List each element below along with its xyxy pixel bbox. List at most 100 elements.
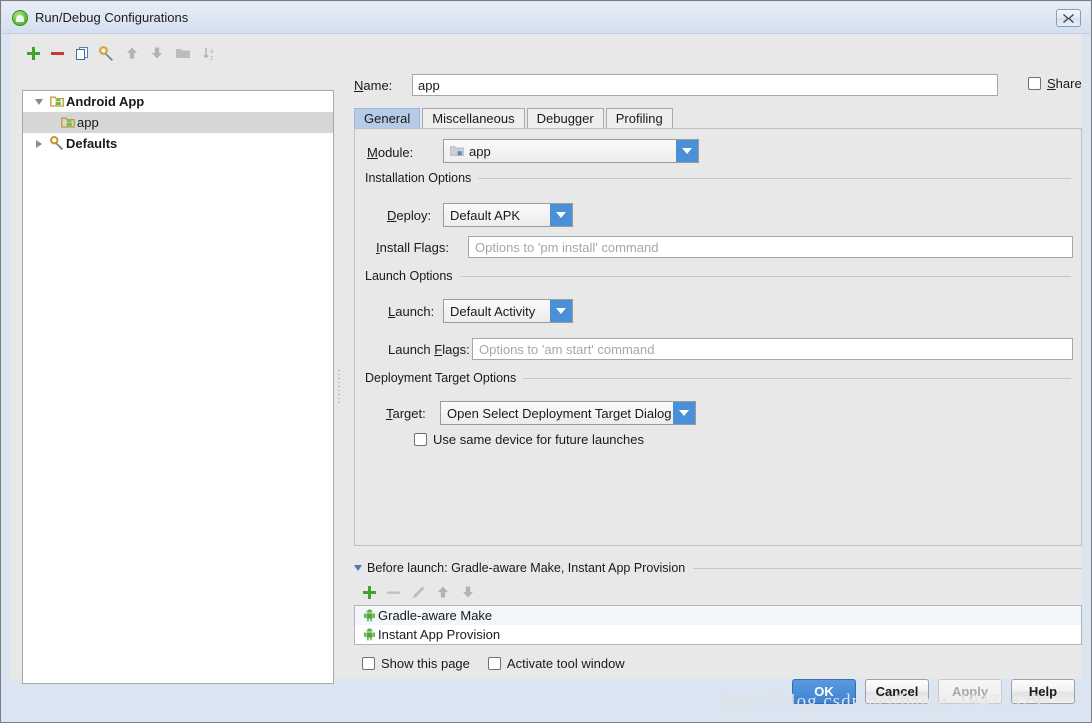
help-button[interactable]: Help	[1011, 679, 1075, 704]
launch-flags-input[interactable]	[472, 338, 1073, 360]
android-studio-icon	[12, 10, 28, 26]
launch-combobox-value: Default Activity	[444, 304, 550, 319]
tree-node-android-app[interactable]: Android App	[23, 91, 333, 112]
share-checkbox[interactable]: Share	[1028, 76, 1082, 91]
edit-defaults-button[interactable]	[96, 43, 118, 65]
expand-collapse-arrow[interactable]	[30, 140, 48, 148]
name-label: Name:	[354, 78, 392, 93]
deployment-target-options-label: Deployment Target Options	[365, 371, 516, 385]
install-flags-label: Install Flags:	[376, 240, 449, 255]
install-flags-input[interactable]	[468, 236, 1073, 258]
android-robot-icon	[360, 628, 378, 641]
tab-general[interactable]: General	[354, 108, 420, 129]
task-move-down-button[interactable]	[457, 582, 479, 604]
share-checkbox-box[interactable]	[1028, 77, 1041, 90]
splitter-handle-icon	[338, 370, 342, 406]
module-combobox-value-wrap: app	[444, 144, 676, 159]
cancel-button[interactable]: Cancel	[865, 679, 929, 704]
general-tab-panel: Module: app Instal	[354, 128, 1082, 546]
dialog-button-bar: OK Cancel Apply Help	[10, 673, 1082, 715]
configuration-tree-toolbar: a z	[22, 40, 334, 67]
launch-combobox[interactable]: Default Activity	[443, 299, 573, 323]
task-move-up-button[interactable]	[432, 582, 454, 604]
group-separator-line	[693, 568, 1082, 569]
chevron-down-icon[interactable]	[550, 300, 572, 322]
target-label: Target:	[386, 406, 426, 421]
before-launch-title: Before launch: Gradle-aware Make, Instan…	[367, 561, 685, 575]
deploy-combobox-value: Default APK	[444, 208, 550, 223]
close-icon[interactable]	[1056, 9, 1081, 27]
copy-configuration-button[interactable]	[71, 43, 93, 65]
launch-label: Launch:	[388, 304, 434, 319]
chevron-down-icon[interactable]	[676, 140, 698, 162]
show-this-page-checkbox-box[interactable]	[362, 657, 375, 670]
tab-debugger[interactable]: Debugger	[527, 108, 604, 129]
remove-configuration-button[interactable]	[46, 43, 68, 65]
list-item-label: Gradle-aware Make	[378, 608, 492, 623]
tree-node-defaults[interactable]: Defaults	[23, 133, 333, 154]
configuration-tree[interactable]: Android App app	[22, 90, 334, 684]
group-separator-line	[523, 378, 1071, 379]
remove-task-button[interactable]	[382, 582, 404, 604]
android-robot-icon	[360, 609, 378, 622]
share-label: Share	[1047, 76, 1082, 91]
title-bar: Run/Debug Configurations	[2, 2, 1090, 34]
show-this-page-checkbox[interactable]: Show this page	[362, 656, 470, 671]
deployment-target-options-group: Deployment Target Options	[365, 371, 1071, 385]
list-item[interactable]: Gradle-aware Make	[355, 606, 1081, 625]
configuration-editor-panel: Name: Share General Miscellaneous Debugg…	[346, 34, 1082, 679]
use-same-device-label: Use same device for future launches	[433, 432, 644, 447]
activate-tool-window-label: Activate tool window	[507, 656, 625, 671]
wrench-icon	[48, 136, 66, 151]
before-launch-task-list[interactable]: Gradle-aware Make	[354, 605, 1082, 645]
installation-options-label: Installation Options	[365, 171, 471, 185]
tree-node-label: Android App	[66, 94, 144, 109]
launch-options-group: Launch Options	[365, 269, 1071, 283]
group-separator-line	[460, 276, 1071, 277]
before-launch-options: Show this page Activate tool window	[362, 656, 625, 671]
apply-button: Apply	[938, 679, 1002, 704]
expand-collapse-arrow[interactable]	[30, 99, 48, 105]
add-task-button[interactable]	[358, 582, 380, 604]
show-this-page-label: Show this page	[381, 656, 470, 671]
tab-miscellaneous[interactable]: Miscellaneous	[422, 108, 524, 129]
installation-options-group: Installation Options	[365, 171, 1071, 185]
window-title: Run/Debug Configurations	[35, 9, 188, 27]
launch-options-label: Launch Options	[365, 269, 453, 283]
tab-profiling[interactable]: Profiling	[606, 108, 673, 129]
use-same-device-checkbox[interactable]: Use same device for future launches	[414, 432, 644, 447]
edit-task-button[interactable]	[407, 582, 429, 604]
deploy-combobox[interactable]: Default APK	[443, 203, 573, 227]
panel-splitter[interactable]	[335, 40, 345, 684]
module-combobox-value: app	[469, 144, 491, 159]
target-combobox-value: Open Select Deployment Target Dialog	[441, 406, 673, 421]
name-input[interactable]	[412, 74, 998, 96]
module-folder-icon	[450, 145, 464, 157]
add-configuration-button[interactable]	[22, 43, 44, 65]
collapse-arrow-icon[interactable]	[354, 565, 362, 571]
name-row: Name: Share	[354, 74, 1082, 98]
list-item[interactable]: Instant App Provision	[355, 625, 1081, 644]
chevron-down-icon[interactable]	[673, 402, 695, 424]
android-app-icon	[48, 95, 66, 108]
tree-node-label: Defaults	[66, 136, 117, 151]
move-up-button[interactable]	[121, 43, 143, 65]
dialog-body: a z Android App	[10, 34, 1082, 679]
chevron-down-icon[interactable]	[550, 204, 572, 226]
activate-tool-window-checkbox[interactable]: Activate tool window	[488, 656, 625, 671]
module-combobox[interactable]: app	[443, 139, 699, 163]
move-down-button[interactable]	[146, 43, 168, 65]
sort-alpha-icon[interactable]: a z	[198, 43, 220, 65]
target-combobox[interactable]: Open Select Deployment Target Dialog	[440, 401, 696, 425]
use-same-device-checkbox-box[interactable]	[414, 433, 427, 446]
group-separator-line	[478, 178, 1071, 179]
tree-node-label: app	[77, 115, 99, 130]
create-folder-button[interactable]	[172, 43, 194, 65]
run-debug-configurations-dialog: Run/Debug Configurations	[0, 0, 1092, 723]
before-launch-header[interactable]: Before launch: Gradle-aware Make, Instan…	[354, 560, 1082, 576]
before-launch-toolbar	[358, 582, 1082, 604]
list-item-label: Instant App Provision	[378, 627, 500, 642]
tree-node-app[interactable]: app	[23, 112, 333, 133]
ok-button[interactable]: OK	[792, 679, 856, 704]
activate-tool-window-checkbox-box[interactable]	[488, 657, 501, 670]
